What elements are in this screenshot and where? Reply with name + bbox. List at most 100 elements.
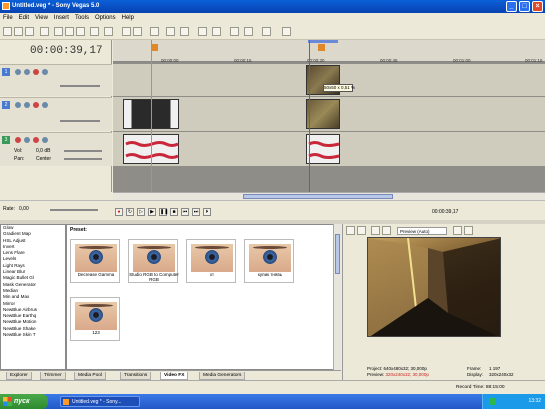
solo-icon[interactable]: [42, 137, 48, 143]
fx-icon[interactable]: [24, 137, 30, 143]
menu-edit[interactable]: Edit: [19, 13, 29, 24]
level-slider[interactable]: [60, 120, 100, 122]
video-fx-list[interactable]: Glow Gradient Map HSL Adjust Invert Lens…: [0, 224, 66, 370]
auto-crossfade-icon[interactable]: [212, 27, 221, 36]
region-icon[interactable]: [244, 27, 253, 36]
video-lane-1[interactable]: 50x50 x 0,51 %: [113, 64, 545, 96]
play-button[interactable]: ▶: [148, 208, 156, 216]
preview-quality-select[interactable]: Preview (Auto): [397, 227, 447, 235]
time-ruler[interactable]: 00:00:00 00:00:15 00:00:30 00:00:45 00:0…: [113, 40, 545, 63]
split-icon[interactable]: [282, 27, 291, 36]
properties-icon[interactable]: [40, 27, 49, 36]
edit-tool-icon[interactable]: [122, 27, 131, 36]
save-icon[interactable]: [25, 27, 34, 36]
record-arm-icon[interactable]: [15, 137, 21, 143]
loop-marker-icon[interactable]: [151, 44, 158, 51]
menu-tools[interactable]: Tools: [75, 13, 89, 24]
playback-cursor[interactable]: [309, 40, 310, 192]
preset-thumbnail[interactable]: Decrease Gamma: [70, 239, 120, 283]
undo-icon[interactable]: [90, 27, 99, 36]
copy-icon[interactable]: [65, 27, 74, 36]
preset-thumbnail[interactable]: купик тнявь: [244, 239, 294, 283]
split-screen-icon[interactable]: [371, 226, 380, 235]
timeline-scrollbar[interactable]: [113, 192, 545, 200]
go-end-button[interactable]: ⏭: [192, 208, 200, 216]
lock-envelopes-icon[interactable]: [198, 27, 207, 36]
fx-icon[interactable]: [24, 69, 30, 75]
tray-icon[interactable]: [489, 398, 496, 405]
mute-icon[interactable]: [33, 102, 39, 108]
audio-lane-3[interactable]: [113, 132, 545, 166]
mute-icon[interactable]: [33, 137, 39, 143]
marker-icon[interactable]: [230, 27, 239, 36]
trim-icon[interactable]: [262, 27, 271, 36]
track-header-video-1[interactable]: 1: [0, 64, 112, 96]
minimize-button[interactable]: _: [506, 1, 517, 12]
tab-explorer[interactable]: Explorer: [6, 372, 32, 380]
list-item[interactable]: NewBlue Skin T: [1, 332, 65, 338]
scroll-thumb[interactable]: [335, 234, 340, 274]
rate-slider[interactable]: [50, 209, 98, 211]
stop-button[interactable]: ■: [170, 208, 178, 216]
redo-icon[interactable]: [104, 27, 113, 36]
open-icon[interactable]: [14, 27, 23, 36]
pan-slider[interactable]: [64, 158, 102, 160]
video-clip[interactable]: [306, 99, 340, 129]
loop-button[interactable]: ↻: [126, 208, 134, 216]
maximize-button[interactable]: □: [519, 1, 530, 12]
preview-value: 320x240x32; 30,000p: [385, 372, 429, 377]
fx-icon[interactable]: [357, 226, 366, 235]
new-icon[interactable]: [3, 27, 12, 36]
tab-media-pool[interactable]: Media Pool: [74, 372, 106, 380]
tab-transitions[interactable]: Transitions: [120, 372, 152, 380]
solo-icon[interactable]: [42, 69, 48, 75]
solo-icon[interactable]: [42, 102, 48, 108]
overlays-icon[interactable]: [382, 226, 391, 235]
paste-icon[interactable]: [76, 27, 85, 36]
start-button[interactable]: пуск: [0, 394, 48, 409]
preset-thumbnail[interactable]: хт: [186, 239, 236, 283]
zoom-tool-icon[interactable]: [150, 27, 159, 36]
video-lane-2[interactable]: [113, 97, 545, 131]
scroll-thumb[interactable]: [243, 194, 393, 199]
motion-icon[interactable]: [15, 69, 21, 75]
taskbar-item[interactable]: Untitled.veg * - Sony...: [60, 396, 140, 407]
menu-view[interactable]: View: [35, 13, 48, 24]
vol-slider[interactable]: [64, 150, 102, 152]
play-from-start-button[interactable]: ▷: [137, 208, 145, 216]
record-button[interactable]: ●: [115, 208, 123, 216]
audio-clip[interactable]: [306, 134, 340, 164]
envelope-tool-icon[interactable]: [133, 27, 142, 36]
preset-thumbnail[interactable]: 123: [70, 297, 120, 341]
snap-icon[interactable]: [166, 27, 175, 36]
copy-snapshot-icon[interactable]: [453, 226, 462, 235]
fx-icon[interactable]: [24, 102, 30, 108]
track-header-video-2[interactable]: 2: [0, 97, 112, 131]
loop-region[interactable]: [308, 40, 338, 43]
cut-icon[interactable]: [54, 27, 63, 36]
go-start-button[interactable]: ⏮: [181, 208, 189, 216]
next-frame-button[interactable]: ⏵: [203, 208, 211, 216]
empty-lane[interactable]: [113, 167, 545, 192]
menu-insert[interactable]: Insert: [54, 13, 69, 24]
motion-icon[interactable]: [15, 102, 21, 108]
save-snapshot-icon[interactable]: [464, 226, 473, 235]
ripple-icon[interactable]: [180, 27, 189, 36]
track-header-audio-3[interactable]: 3 Vol: 0,0 dB Pan: Center: [0, 132, 112, 166]
preset-thumbnail[interactable]: Studio RGB to Computer RGB: [128, 239, 179, 283]
preset-scrollbar[interactable]: [333, 224, 341, 370]
video-clip[interactable]: 50x50 x 0,51 %: [306, 65, 355, 95]
tab-trimmer[interactable]: Trimmer: [40, 372, 66, 380]
properties-icon[interactable]: [346, 226, 355, 235]
tab-video-fx[interactable]: Video FX: [160, 372, 189, 380]
menu-options[interactable]: Options: [95, 13, 116, 24]
menu-file[interactable]: File: [3, 13, 13, 24]
tab-media-generators[interactable]: Media Generators: [199, 372, 246, 380]
menu-help[interactable]: Help: [122, 13, 134, 24]
level-slider[interactable]: [60, 85, 100, 87]
timeline[interactable]: 00:00:00 00:00:15 00:00:30 00:00:45 00:0…: [113, 40, 545, 192]
close-button[interactable]: ×: [532, 1, 543, 12]
cursor-marker-icon[interactable]: [318, 44, 325, 51]
mute-icon[interactable]: [33, 69, 39, 75]
pause-button[interactable]: ❚❚: [159, 208, 168, 216]
